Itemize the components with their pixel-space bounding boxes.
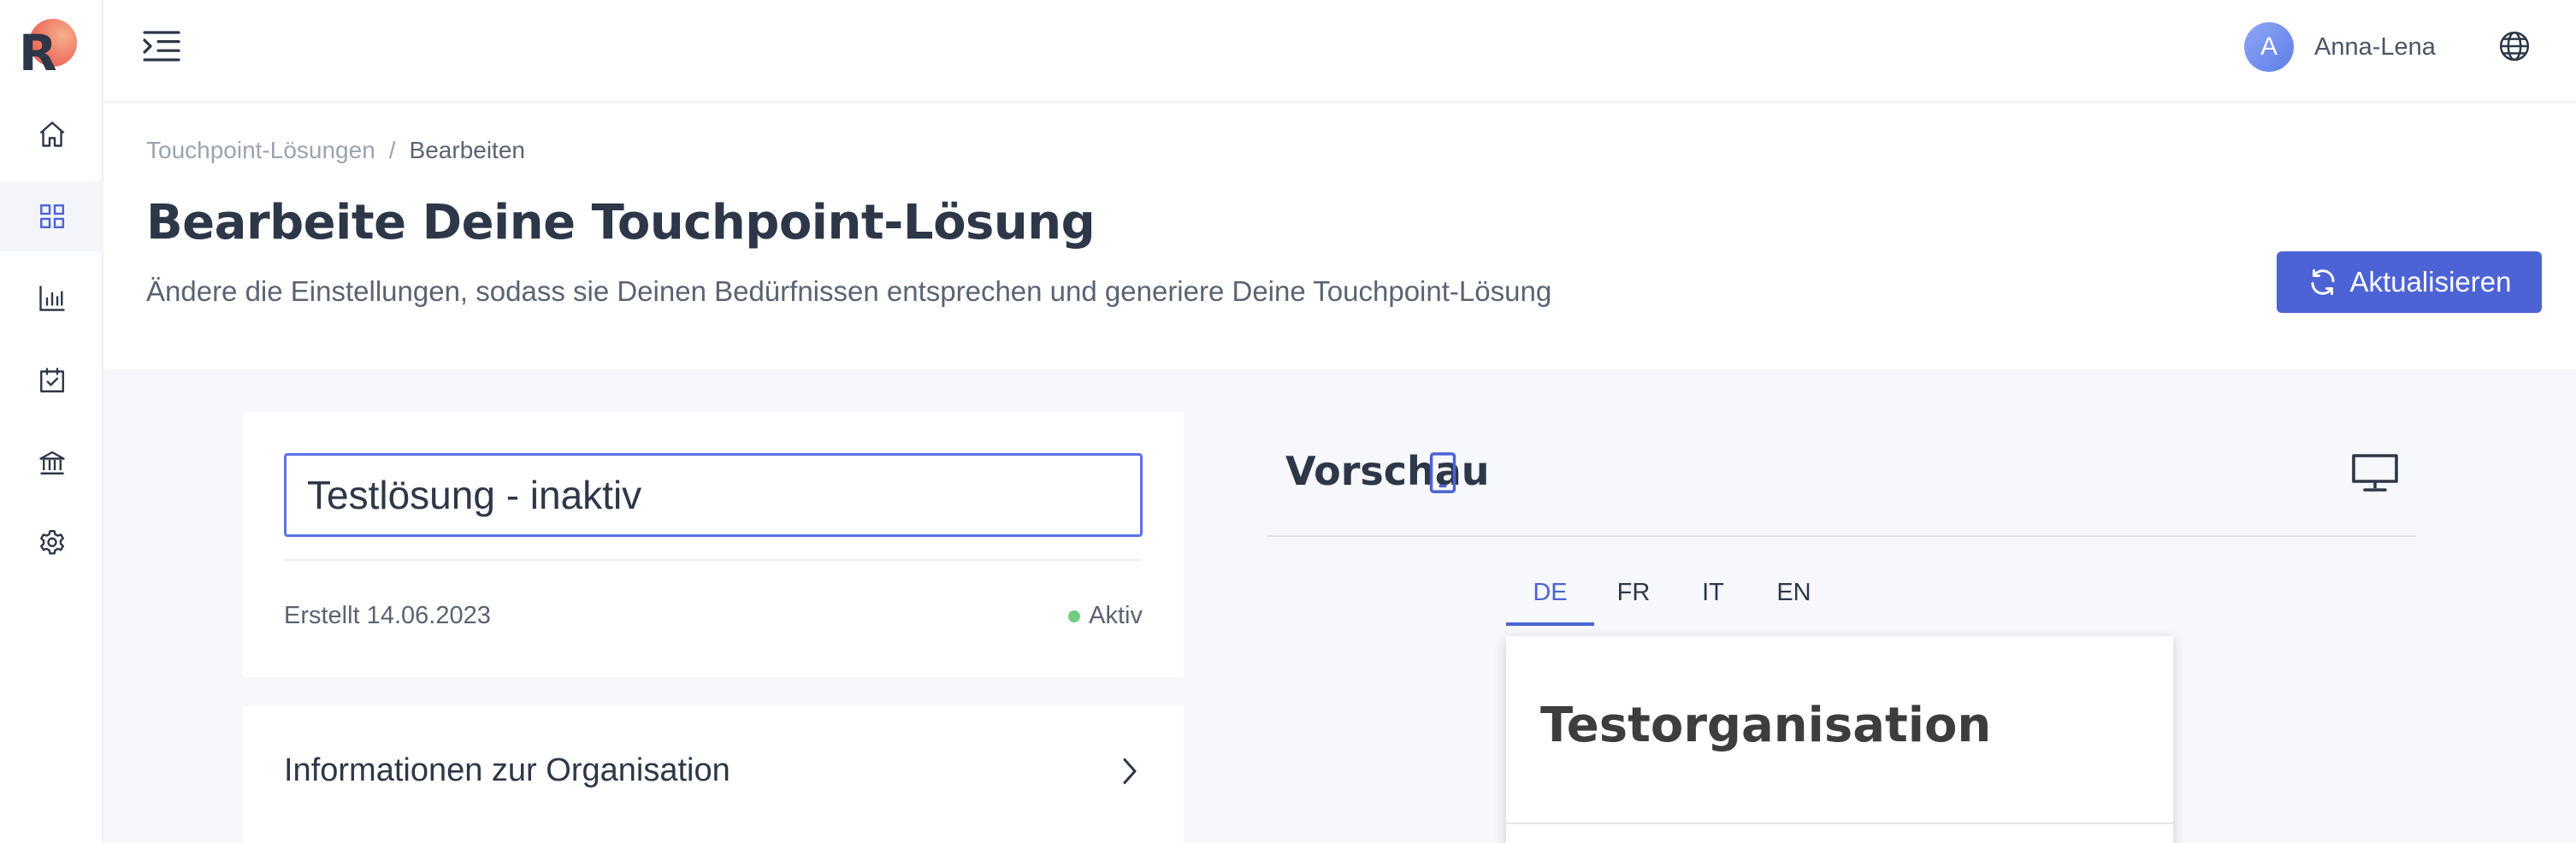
created-date: Erstellt 14.06.2023 bbox=[284, 602, 491, 629]
refresh-icon bbox=[2311, 269, 2335, 295]
desktop-device-icon[interactable] bbox=[2351, 451, 2399, 494]
sidebar-item-home[interactable] bbox=[0, 99, 103, 169]
org-info-section[interactable]: Informationen zur Organisation bbox=[243, 706, 1184, 843]
home-icon bbox=[39, 121, 64, 147]
sidebar-item-dashboard[interactable] bbox=[0, 181, 103, 251]
user-menu[interactable]: A Anna-Lena bbox=[2244, 22, 2436, 72]
sidebar-item-tasks[interactable] bbox=[0, 345, 103, 416]
tab-fr[interactable]: FR bbox=[1594, 571, 1673, 626]
chevron-right-icon bbox=[1123, 758, 1137, 784]
org-info-label: Informationen zur Organisation bbox=[284, 752, 730, 788]
globe-icon[interactable] bbox=[2497, 29, 2532, 63]
solution-card: Erstellt 14.06.2023 Aktiv bbox=[243, 412, 1184, 677]
logo-letter: R bbox=[19, 24, 57, 82]
page-header: Touchpoint-Lösungen / Bearbeiten Bearbei… bbox=[103, 103, 2576, 369]
calendar-check-icon bbox=[39, 368, 64, 392]
sidebar-item-settings[interactable] bbox=[0, 508, 103, 578]
mobile-device-icon[interactable] bbox=[1427, 451, 1458, 494]
user-name: Anna-Lena bbox=[2314, 32, 2436, 61]
sidebar: R bbox=[0, 0, 103, 843]
status-label: Aktiv bbox=[1089, 602, 1143, 629]
refresh-button[interactable]: Aktualisieren bbox=[2277, 251, 2542, 313]
preview-frame: Testorganisation bbox=[1506, 636, 2173, 843]
card-divider bbox=[284, 559, 1143, 561]
tab-en[interactable]: EN bbox=[1753, 571, 1835, 626]
preview-org-name: Testorganisation bbox=[1540, 698, 1992, 753]
gear-icon bbox=[39, 530, 64, 555]
sidebar-item-analytics[interactable] bbox=[0, 263, 103, 333]
tab-de[interactable]: DE bbox=[1506, 571, 1594, 626]
main-content: Erstellt 14.06.2023 Aktiv Informationen … bbox=[103, 369, 2576, 843]
grid-icon bbox=[39, 204, 64, 228]
language-tabs: DE FR IT EN bbox=[1506, 571, 1835, 626]
breadcrumb-parent-link[interactable]: Touchpoint-Lösungen bbox=[146, 137, 375, 164]
menu-toggle-icon[interactable] bbox=[141, 29, 182, 63]
bank-icon bbox=[38, 451, 65, 475]
breadcrumb-current: Bearbeiten bbox=[409, 137, 525, 163]
bar-chart-icon bbox=[38, 286, 65, 311]
preview-title: Vorschau bbox=[1285, 448, 1490, 494]
page-subtitle: Ändere die Einstellungen, sodass sie Dei… bbox=[146, 275, 1552, 307]
solution-name-input[interactable] bbox=[284, 453, 1143, 537]
avatar: A bbox=[2244, 22, 2294, 72]
preview-frame-divider bbox=[1506, 822, 2173, 824]
sidebar-item-institution[interactable] bbox=[0, 427, 103, 498]
tab-it[interactable]: IT bbox=[1673, 571, 1753, 626]
app-logo[interactable]: R bbox=[19, 19, 79, 79]
breadcrumb-separator: / bbox=[388, 137, 396, 163]
status-dot bbox=[1068, 610, 1081, 622]
topbar: A Anna-Lena bbox=[103, 0, 2576, 103]
breadcrumb: Touchpoint-Lösungen / Bearbeiten bbox=[146, 137, 525, 164]
status-badge: Aktiv bbox=[1068, 602, 1143, 630]
preview-divider bbox=[1267, 535, 2416, 537]
page-title: Bearbeite Deine Touchpoint-Lösung bbox=[146, 195, 1096, 251]
refresh-button-label: Aktualisieren bbox=[2349, 266, 2512, 298]
